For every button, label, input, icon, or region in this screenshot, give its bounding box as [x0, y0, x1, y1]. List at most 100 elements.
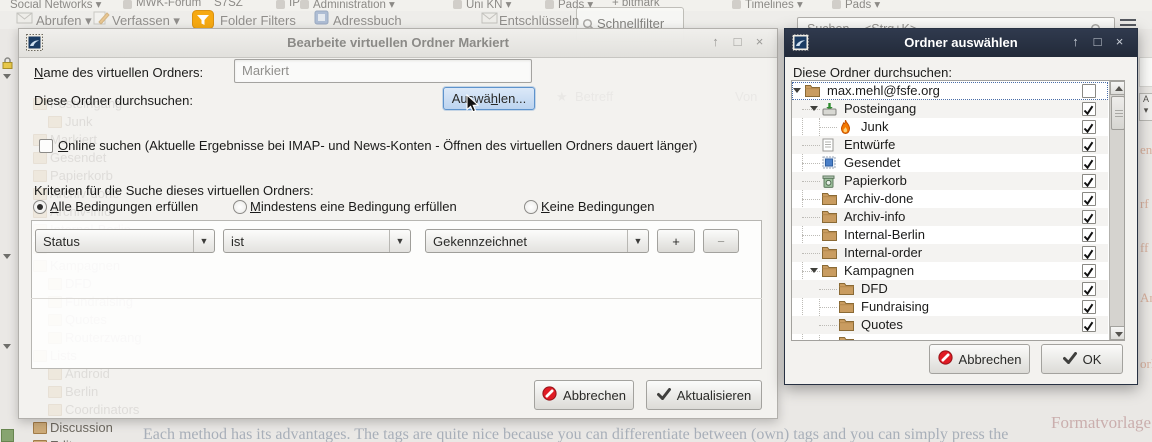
- close-button[interactable]: ×: [752, 34, 767, 49]
- toolbar-item[interactable]: Entschlüsseln: [499, 13, 579, 28]
- close-button[interactable]: ×: [1112, 34, 1127, 49]
- folder-tree-row[interactable]: Kampagnen: [792, 262, 1108, 280]
- folder-pane-item[interactable]: Editor: [50, 438, 84, 442]
- scroll-up-button[interactable]: [1110, 81, 1125, 95]
- cancel-button[interactable]: Abbrechen: [929, 344, 1030, 374]
- menu-icon[interactable]: [1120, 19, 1136, 21]
- twisty-icon[interactable]: [3, 74, 11, 79]
- folder-tree-row[interactable]: Internal-Berlin: [792, 226, 1108, 244]
- bookmark-item[interactable]: Timelines ▾: [745, 0, 803, 11]
- folder-tree-label: Archiv-info: [844, 208, 905, 226]
- dialog2-titlebar[interactable]: Ordner auswählen ↑ □ ×: [785, 29, 1137, 57]
- folder-tree: max.mehl@fsfe.orgPosteingangJunkEntwürfe…: [791, 80, 1125, 341]
- folder-tree-row[interactable]: Fundraising: [792, 298, 1108, 316]
- chevron-down-icon: ▼: [627, 230, 648, 252]
- bookmark-item[interactable]: S7SZ: [214, 0, 243, 9]
- folder-tree-row[interactable]: [792, 334, 1108, 341]
- folder-checkbox[interactable]: [1082, 120, 1096, 134]
- match-any-radio[interactable]: [233, 200, 247, 214]
- folder-checkbox[interactable]: [1082, 246, 1096, 260]
- folder-tree-row[interactable]: Archiv-done: [792, 190, 1108, 208]
- virtual-folder-name-input[interactable]: Markiert: [234, 59, 532, 83]
- folder-tree-row[interactable]: Gesendet: [792, 154, 1108, 172]
- update-button[interactable]: Aktualisieren: [646, 380, 762, 410]
- folder-checkbox[interactable]: [1082, 102, 1096, 116]
- match-all-label: Alle Bedingungen erfüllen: [50, 199, 198, 214]
- tree-guide-line: [819, 325, 837, 326]
- maximize-button[interactable]: □: [730, 34, 745, 49]
- bookmark-item[interactable]: + bitmark: [612, 0, 660, 9]
- criterion-operator-dropdown[interactable]: ist▼: [223, 229, 411, 253]
- bookmark-item[interactable]: Pads ▾: [558, 0, 593, 11]
- folder-pane-item[interactable]: Discussion: [50, 420, 113, 435]
- favicon-icon: [300, 0, 309, 9]
- folder-checkbox[interactable]: [1082, 174, 1096, 188]
- folder-checkbox[interactable]: [1082, 138, 1096, 152]
- folder-checkbox[interactable]: [1082, 84, 1096, 98]
- folder-checkbox[interactable]: [1082, 210, 1096, 224]
- twisty-icon[interactable]: [810, 268, 818, 273]
- twisty-icon[interactable]: [793, 88, 801, 93]
- cancel-button[interactable]: Abbrechen: [534, 380, 634, 410]
- folder-tree-row[interactable]: max.mehl@fsfe.org: [792, 82, 1108, 100]
- unmaximize-button[interactable]: ↑: [1068, 34, 1083, 49]
- criterion-value-dropdown[interactable]: Gekennzeichnet▼: [425, 229, 649, 253]
- folder-tree-row[interactable]: Internal-order: [792, 244, 1108, 262]
- folder-checkbox[interactable]: [1082, 282, 1096, 296]
- scrollbar-thumb[interactable]: [1111, 96, 1125, 130]
- match-all-radio[interactable]: [33, 200, 47, 214]
- mailfetch-icon: [16, 10, 33, 27]
- folder-checkbox[interactable]: [1082, 264, 1096, 278]
- folder-icon: [33, 422, 47, 434]
- folder-tree-label: Fundraising: [861, 298, 929, 316]
- folder-tree-row[interactable]: Entwürfe: [792, 136, 1108, 154]
- choose-folders-button[interactable]: Auswählen...: [443, 87, 535, 110]
- folder-checkbox[interactable]: [1082, 156, 1096, 170]
- chevron-down-icon: ▼: [389, 230, 410, 252]
- toolbar-item[interactable]: Abrufen ▾: [36, 13, 92, 29]
- folder-checkbox[interactable]: [1082, 318, 1096, 332]
- toolbar-item[interactable]: Adressbuch: [333, 13, 402, 28]
- bookmark-item[interactable]: Pads ▾: [845, 0, 880, 11]
- webpage-style-text: Formatvorlage: [1051, 413, 1151, 433]
- toolbar-item[interactable]: Folder Filters: [220, 13, 296, 28]
- twisty-icon[interactable]: [3, 254, 11, 259]
- choose-folders-dialog: Ordner auswählen ↑ □ × Diese Ordner durc…: [784, 28, 1138, 385]
- twisty-icon[interactable]: [3, 344, 11, 349]
- bookmark-item[interactable]: IP: [289, 0, 300, 9]
- maximize-button[interactable]: □: [1090, 34, 1105, 49]
- folder-tree-label: Posteingang: [844, 100, 916, 118]
- ok-button[interactable]: OK: [1041, 344, 1123, 374]
- scroll-down-button[interactable]: [1110, 326, 1125, 340]
- search-online-checkbox[interactable]: [39, 139, 53, 153]
- cancel-icon: [542, 386, 557, 404]
- folder-icon: [1, 429, 14, 442]
- match-none-radio[interactable]: [524, 200, 538, 214]
- dialog1-titlebar[interactable]: Bearbeite virtuellen Ordner Markiert ↑ □…: [19, 29, 777, 58]
- twisty-icon[interactable]: [810, 106, 818, 111]
- search-folders-label: Diese Ordner durchsuchen:: [34, 93, 193, 108]
- webpage-text-fragment: ff: [1140, 240, 1148, 256]
- folder-tree-row[interactable]: Quotes: [792, 316, 1108, 334]
- add-criterion-button[interactable]: +: [657, 229, 695, 253]
- tree-scrollbar[interactable]: [1109, 81, 1125, 340]
- favicon-icon: [453, 0, 462, 9]
- webpage-text-fragment: Ar: [1140, 290, 1152, 306]
- folder-tree-row[interactable]: Archiv-info: [792, 208, 1108, 226]
- folder-tree-label: max.mehl@fsfe.org: [827, 82, 940, 100]
- unmaximize-button[interactable]: ↑: [708, 34, 723, 49]
- criterion-attribute-dropdown[interactable]: Status▼: [35, 229, 215, 253]
- folder-tree-row[interactable]: Junk: [792, 118, 1108, 136]
- folder-checkbox[interactable]: [1082, 228, 1096, 242]
- remove-criterion-button[interactable]: −: [703, 229, 739, 253]
- folder-tree-label: Papierkorb: [844, 172, 907, 190]
- chevron-down-icon: ▼: [193, 230, 214, 252]
- folder-tree-row[interactable]: Posteingang: [792, 100, 1108, 118]
- folder-checkbox[interactable]: [1082, 192, 1096, 206]
- folder-tree-row[interactable]: DFD: [792, 280, 1108, 298]
- bookmark-item[interactable]: MWK-Forum: [136, 0, 201, 9]
- toolbar-item[interactable]: Verfassen ▾: [112, 13, 180, 29]
- folder-tree-row[interactable]: Papierkorb: [792, 172, 1108, 190]
- folder-checkbox[interactable]: [1082, 300, 1096, 314]
- column-picker-button[interactable]: A▾: [1139, 93, 1152, 121]
